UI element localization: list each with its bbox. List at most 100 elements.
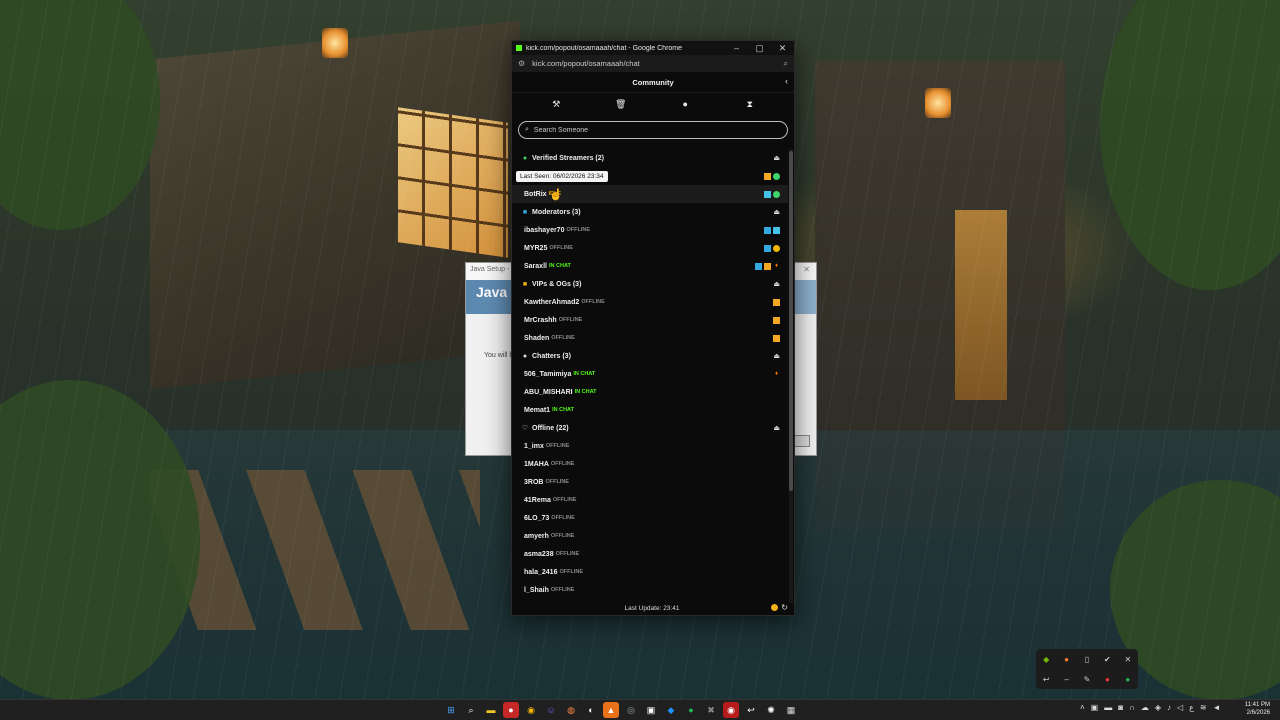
collapse-icon[interactable]: ⏏: [773, 424, 780, 432]
list-item[interactable]: ibashayer70 OFFLINE: [512, 221, 788, 239]
list-item[interactable]: 1_imx OFFLINE: [512, 437, 788, 455]
battle-net-icon[interactable]: ◆: [663, 702, 679, 718]
list-item[interactable]: 3ROB OFFLINE: [512, 473, 788, 491]
username[interactable]: Shaden: [524, 335, 549, 342]
collapse-icon[interactable]: ⏏: [773, 280, 780, 288]
maximize-icon[interactable]: ▢: [748, 41, 771, 55]
app-window-icon[interactable]: ▦: [783, 702, 799, 718]
hourglass-icon[interactable]: ⧗: [740, 99, 760, 110]
scrollbar-thumb[interactable]: [789, 151, 793, 491]
back-icon[interactable]: ↩: [1043, 675, 1050, 684]
taskbar-clock[interactable]: 11:41 PM 2/6/2026: [1245, 701, 1270, 717]
spotify-icon[interactable]: ●: [683, 702, 699, 718]
username[interactable]: 6LO_73: [524, 515, 549, 522]
obs-icon[interactable]: ◎: [623, 702, 639, 718]
volume-icon[interactable]: ◁: [1177, 703, 1183, 712]
collapse-icon[interactable]: ⏏: [773, 208, 780, 216]
app-c-icon[interactable]: ↩: [743, 702, 759, 718]
nvidia-icon[interactable]: ◆: [1043, 655, 1049, 664]
address-bar[interactable]: ⚙ kick.com/popout/osamaaah/chat ⌕: [512, 55, 794, 72]
vlc-icon[interactable]: ▲: [603, 702, 619, 718]
file-explorer-icon[interactable]: ▬: [483, 702, 499, 718]
search-box[interactable]: ⌕: [518, 121, 788, 139]
list-item[interactable]: KawtherAhmad2 OFFLINE: [512, 293, 788, 311]
tray-app-icon[interactable]: ▣: [1091, 703, 1099, 712]
speaker-icon[interactable]: ◄: [1213, 703, 1221, 712]
chevron-left-icon[interactable]: ‹: [785, 76, 788, 86]
folder-icon[interactable]: ▬: [1104, 703, 1112, 712]
refresh-icon[interactable]: ↻: [781, 603, 788, 612]
recorder-icon[interactable]: ●: [503, 702, 519, 718]
username[interactable]: 41Rema: [524, 497, 551, 504]
spotify-icon[interactable]: ●: [1125, 675, 1130, 684]
wifi-icon[interactable]: ≋: [1200, 703, 1207, 712]
close-icon[interactable]: ✕: [803, 265, 810, 274]
minimize-icon[interactable]: –: [725, 41, 748, 55]
list-item[interactable]: MrCrashh OFFLINE: [512, 311, 788, 329]
list-item[interactable]: asma238 OFFLINE: [512, 545, 788, 563]
username[interactable]: amyerh: [524, 533, 549, 540]
section-offline[interactable]: ♡ Offline (22) ⏏: [512, 419, 788, 437]
app-orange-icon[interactable]: ●: [1064, 655, 1069, 664]
username[interactable]: 3ROB: [524, 479, 543, 486]
app-red-icon[interactable]: ◉: [723, 702, 739, 718]
minus-icon[interactable]: –: [1064, 675, 1068, 684]
list-item[interactable]: Saraxll IN CHAT ♦: [512, 257, 788, 275]
section-chatters[interactable]: ● Chatters (3) ⏏: [512, 347, 788, 365]
username[interactable]: KawtherAhmad2: [524, 299, 579, 306]
username[interactable]: Saraxll: [524, 263, 547, 270]
list-item[interactable]: 41Rema OFFLINE: [512, 491, 788, 509]
usb-icon[interactable]: ▯: [1085, 655, 1089, 664]
url-text[interactable]: kick.com/popout/osamaaah/chat: [532, 59, 783, 68]
zoom-icon[interactable]: ⌕: [784, 59, 788, 69]
keyboard-language[interactable]: ع: [1189, 703, 1194, 712]
hammer-icon[interactable]: ⚒: [546, 99, 566, 110]
shield-icon[interactable]: ◈: [1155, 703, 1161, 712]
pen-icon[interactable]: ✎: [1084, 675, 1091, 684]
section-vips[interactable]: ■ VIPs & OGs (3) ⏏: [512, 275, 788, 293]
username[interactable]: hala_2416: [524, 569, 557, 576]
list-item[interactable]: l_Shaih OFFLINE: [512, 581, 788, 599]
site-settings-icon[interactable]: ⚙: [518, 59, 525, 68]
close-icon[interactable]: ✕: [771, 41, 794, 55]
username[interactable]: 506_Tamimiya: [524, 371, 571, 378]
windows-start-icon[interactable]: ⊞: [443, 702, 459, 718]
window-titlebar[interactable]: kick.com/popout/osamaaah/chat - Google C…: [512, 41, 794, 55]
mic-muted-icon[interactable]: ●: [1105, 675, 1110, 684]
username[interactable]: 1_imx: [524, 443, 544, 450]
search-input[interactable]: [533, 126, 781, 134]
username[interactable]: MrCrashh: [524, 317, 557, 324]
username[interactable]: l_Shaih: [524, 587, 549, 594]
list-item[interactable]: MYR25 OFFLINE: [512, 239, 788, 257]
list-item[interactable]: amyerh OFFLINE: [512, 527, 788, 545]
username[interactable]: BotRix: [524, 191, 547, 198]
chrome-icon[interactable]: ◉: [523, 702, 539, 718]
list-item[interactable]: ABU_MISHARI IN CHAT: [512, 383, 788, 401]
username[interactable]: asma238: [524, 551, 554, 558]
collapse-icon[interactable]: ⏏: [773, 352, 780, 360]
camera-icon[interactable]: ◙: [1118, 703, 1123, 712]
close-icon[interactable]: ✕: [1124, 655, 1131, 664]
headset-icon[interactable]: ∩: [1129, 703, 1135, 712]
list-item[interactable]: hala_2416 OFFLINE: [512, 563, 788, 581]
list-item[interactable]: Shaden OFFLINE: [512, 329, 788, 347]
section-verified-streamers[interactable]: ● Verified Streamers (2) ⏏: [512, 149, 788, 167]
username[interactable]: MYR25: [524, 245, 547, 252]
firefox-icon[interactable]: ◍: [563, 702, 579, 718]
list-item[interactable]: 6LO_73 OFFLINE: [512, 509, 788, 527]
list-item[interactable]: Memat1 IN CHAT: [512, 401, 788, 419]
chatgpt-icon[interactable]: ✺: [763, 702, 779, 718]
section-moderators[interactable]: ■ Moderators (3) ⏏: [512, 203, 788, 221]
username[interactable]: Memat1: [524, 407, 550, 414]
mic-icon[interactable]: ♪: [1167, 703, 1171, 712]
cloud-icon[interactable]: ☁: [1141, 703, 1149, 712]
list-item[interactable]: 1MAHA OFFLINE: [512, 455, 788, 473]
trash-icon[interactable]: 🗑: [611, 99, 631, 110]
chevron-up-icon[interactable]: ˄: [1080, 703, 1085, 712]
epic-games-icon[interactable]: ▣: [643, 702, 659, 718]
username[interactable]: ABU_MISHARI: [524, 389, 573, 396]
discord-icon[interactable]: ☺: [543, 702, 559, 718]
steam-icon[interactable]: ✔: [1104, 655, 1111, 664]
steam-icon[interactable]: ◐: [583, 702, 599, 718]
collapse-icon[interactable]: ⏏: [773, 154, 780, 162]
